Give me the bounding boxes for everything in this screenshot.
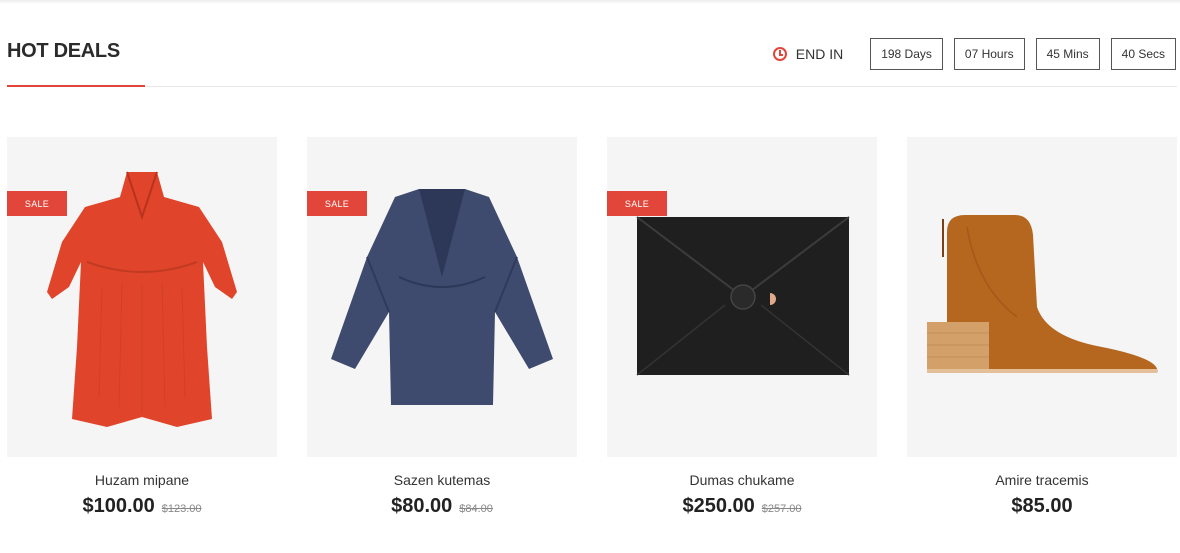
sale-badge: SALE — [607, 191, 667, 216]
product-price: $85.00 — [1011, 495, 1073, 517]
product-card[interactable]: SALE Sazen kutemas $80.00 $84.00 — [307, 137, 577, 518]
product-old-price: $84.00 — [459, 503, 493, 515]
brown-boot-image — [927, 215, 1158, 373]
clock-icon — [772, 47, 787, 61]
product-card[interactable]: SALE Dumas chukame $250.00 $257.00 — [607, 137, 877, 518]
product-name[interactable]: Amire tracemis — [907, 472, 1177, 488]
countdown-days: 198 Days — [870, 38, 943, 70]
product-image[interactable]: SALE — [307, 137, 577, 457]
product-old-price: $123.00 — [161, 503, 202, 515]
product-name[interactable]: Dumas chukame — [607, 472, 877, 488]
product-old-price: $257.00 — [761, 503, 802, 515]
price-row: $80.00 $84.00 — [307, 495, 577, 518]
sale-badge: SALE — [307, 191, 367, 216]
product-price: $100.00 — [82, 495, 155, 517]
product-price: $80.00 — [391, 495, 453, 517]
section-header: HOT DEALS END IN 198 Days 07 Hours 45 Mi… — [7, 0, 1177, 87]
product-image[interactable]: SALE — [7, 137, 277, 457]
product-grid: SALE Huzam mipane $100.00 $123.00 SALE Sa… — [7, 137, 1177, 537]
countdown: END IN 198 Days 07 Hours 45 Mins 40 Secs — [772, 38, 1176, 70]
product-image[interactable] — [907, 137, 1177, 457]
denim-dress-image — [331, 189, 553, 405]
product-card[interactable]: SALE Huzam mipane $100.00 $123.00 — [7, 137, 277, 518]
price-row: $100.00 $123.00 — [7, 495, 277, 518]
product-name[interactable]: Huzam mipane — [7, 472, 277, 488]
product-price: $250.00 — [682, 495, 755, 517]
sale-badge: SALE — [7, 191, 67, 216]
product-image[interactable]: SALE — [607, 137, 877, 457]
countdown-mins: 45 Mins — [1035, 38, 1100, 70]
section-title: HOT DEALS — [7, 40, 120, 62]
red-dress-image — [47, 171, 237, 427]
black-clutch-image — [636, 216, 850, 376]
product-name[interactable]: Sazen kutemas — [307, 472, 577, 488]
title-underline — [7, 85, 145, 87]
price-row: $85.00 — [907, 495, 1177, 518]
product-card[interactable]: Amire tracemis $85.00 — [907, 137, 1177, 518]
price-row: $250.00 $257.00 — [607, 495, 877, 518]
countdown-hours: 07 Hours — [953, 38, 1025, 70]
end-in-label: END IN — [795, 46, 844, 62]
countdown-secs: 40 Secs — [1110, 38, 1176, 70]
